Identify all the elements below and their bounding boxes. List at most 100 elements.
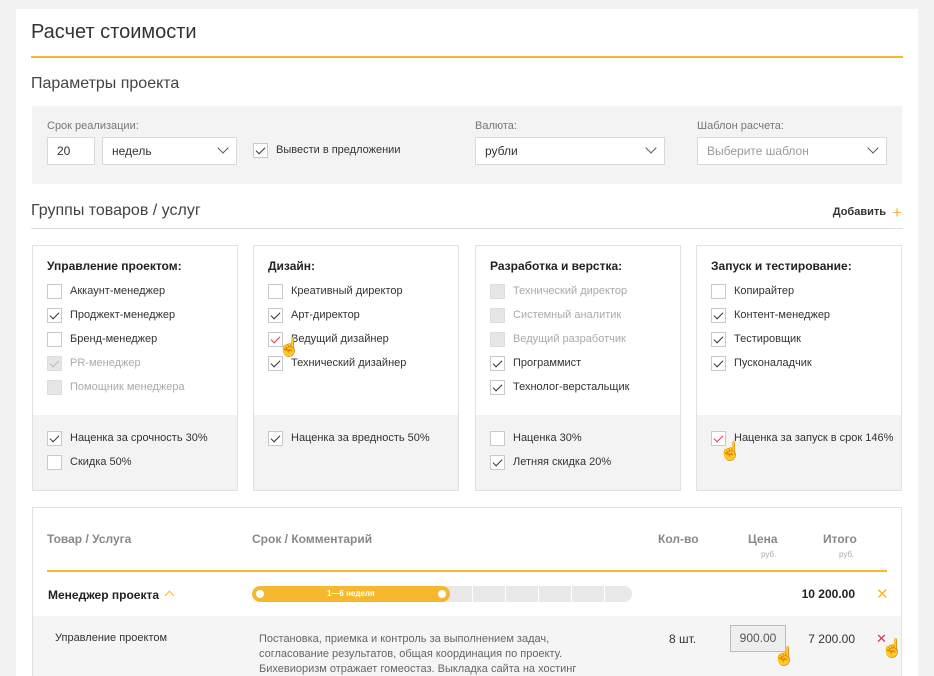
timeline-fill[interactable]: 1—6 неделя (252, 586, 450, 602)
group-card-extras: Наценка за срочность 30% Скидка 50% (33, 415, 237, 490)
template-placeholder: Выберите шаблон (707, 144, 809, 158)
extra-label: Наценка за запуск в срок 146% (734, 432, 894, 444)
extra-label: Наценка 30% (513, 432, 582, 444)
chevron-down-icon (645, 142, 657, 154)
group-total: 10 200.00 (801, 587, 855, 601)
extra-checkbox[interactable] (47, 455, 62, 470)
group-card-extras: Наценка 30% Летняя скидка 20% (476, 415, 680, 490)
service-label: Проджект-менеджер (70, 309, 176, 321)
service-label: Ведущий дизайнер (291, 333, 389, 345)
header-qty: Кол-во (658, 532, 699, 546)
term-label: Срок реализации: (47, 120, 139, 132)
header-total-unit: руб. (839, 550, 855, 559)
group-card-extras: Наценка за вредность 50% (254, 415, 458, 490)
service-label: Технический дизайнер (291, 357, 407, 369)
service-checkbox[interactable] (268, 284, 283, 299)
chevron-down-icon (867, 142, 879, 154)
extra-label: Летняя скидка 20% (513, 456, 612, 468)
group-card: Разработка и верстка: Технический директо… (475, 245, 681, 491)
extra-label: Скидка 50% (70, 456, 132, 468)
chevron-down-icon (217, 142, 229, 154)
service-checkbox[interactable] (711, 308, 726, 323)
row-name: Управление проектом (55, 632, 168, 644)
group-card: Дизайн: Креативный директор Арт-директор Ве… (253, 245, 459, 491)
cost-calculation-panel: Расчет стоимости Параметры проекта Срок … (16, 9, 918, 676)
remove-group-icon[interactable]: ✕ (876, 587, 889, 602)
extra-checkbox[interactable] (490, 431, 505, 446)
extra-label: Наценка за срочность 30% (70, 432, 208, 444)
service-checkbox[interactable] (711, 284, 726, 299)
service-label: Системный аналитик (513, 309, 622, 321)
cursor-hand-icon: ☝ (881, 638, 904, 658)
header-total: Итого (823, 532, 857, 546)
timeline-end-handle[interactable] (437, 590, 446, 598)
service-label: Ведущий разработчик (513, 333, 626, 345)
timeline-bar[interactable]: 1—6 неделя (252, 586, 632, 602)
service-checkbox[interactable] (490, 380, 505, 395)
show-in-offer-label: Вывести в предложении (276, 144, 401, 156)
header-term: Срок / Комментарий (252, 532, 373, 546)
service-checkbox[interactable] (711, 332, 726, 347)
add-group-label: Добавить (832, 206, 886, 218)
params-panel: Срок реализации: 20 недель Вывести в пре… (32, 106, 902, 184)
service-checkbox[interactable] (47, 332, 62, 347)
show-in-offer-checkbox[interactable] (253, 143, 268, 158)
extra-checkbox[interactable] (47, 431, 62, 446)
service-checkbox (490, 308, 505, 323)
service-checkbox[interactable] (268, 356, 283, 371)
service-label: Креативный директор (291, 285, 403, 297)
service-label: Бренд-менеджер (70, 333, 158, 345)
page-title: Расчет стоимости (31, 21, 197, 43)
group-row-name[interactable]: Менеджер проекта (48, 588, 159, 602)
term-unit-select[interactable]: недель (102, 137, 237, 165)
service-checkbox[interactable] (47, 284, 62, 299)
row-comment[interactable]: Постановка, приемка и контроль за выполн… (259, 632, 619, 676)
cursor-hand-icon: ☝ (773, 646, 796, 666)
chevron-up-icon[interactable] (164, 590, 175, 601)
groups-section-title: Группы товаров / услуг (31, 202, 201, 219)
service-checkbox[interactable] (268, 308, 283, 323)
service-label: Аккаунт-менеджер (70, 285, 166, 297)
template-select[interactable]: Выберите шаблон (697, 137, 887, 165)
group-card: Управление проектом: Аккаунт-менеджер Прод… (32, 245, 238, 491)
timeline-start-handle[interactable] (256, 590, 264, 598)
header-item: Товар / Услуга (47, 532, 132, 546)
service-checkbox[interactable] (47, 308, 62, 323)
extra-checkbox[interactable] (268, 431, 283, 446)
service-checkbox[interactable] (490, 356, 505, 371)
currency-value: рубли (485, 144, 518, 158)
service-label: Контент-менеджер (734, 309, 831, 321)
cursor-hand-icon: ☝ (278, 337, 301, 357)
term-unit-value: недель (112, 144, 152, 158)
service-label: Пусконаладчик (734, 357, 812, 369)
group-card-title: Управление проектом: (47, 259, 182, 273)
currency-select[interactable]: рубли (475, 137, 665, 165)
service-label: Программист (513, 357, 582, 369)
service-checkbox (47, 380, 62, 395)
service-label: Технолог-верстальщик (513, 381, 630, 393)
header-price: Цена (748, 532, 778, 546)
timeline-label: 1—6 неделя (326, 589, 375, 598)
extra-label: Наценка за вредность 50% (291, 432, 430, 444)
row-qty[interactable]: 8 шт. (669, 632, 696, 646)
service-label: PR-менеджер (70, 357, 141, 369)
service-checkbox[interactable] (711, 356, 726, 371)
service-label: Технический директор (513, 285, 628, 297)
service-label: Помощник менеджера (70, 381, 185, 393)
plus-icon: + (892, 203, 902, 222)
params-section-title: Параметры проекта (31, 75, 180, 92)
extra-checkbox[interactable] (490, 455, 505, 470)
estimate-table: Товар / Услуга Срок / Комментарий Кол-во… (32, 507, 904, 676)
service-checkbox (490, 332, 505, 347)
group-card-title: Разработка и верстка: (490, 259, 623, 273)
table-header-underline (47, 570, 887, 572)
add-group-button[interactable]: Добавить + (832, 203, 902, 222)
service-checkbox (490, 284, 505, 299)
row-total: 7 200.00 (808, 632, 855, 646)
group-card-title: Запуск и тестирование: (711, 259, 852, 273)
service-checkbox (47, 356, 62, 371)
term-input[interactable]: 20 (47, 137, 95, 165)
service-label: Арт-директор (291, 309, 360, 321)
cursor-hand-icon: ☝ (719, 441, 742, 461)
service-label: Тестировщик (734, 333, 801, 345)
